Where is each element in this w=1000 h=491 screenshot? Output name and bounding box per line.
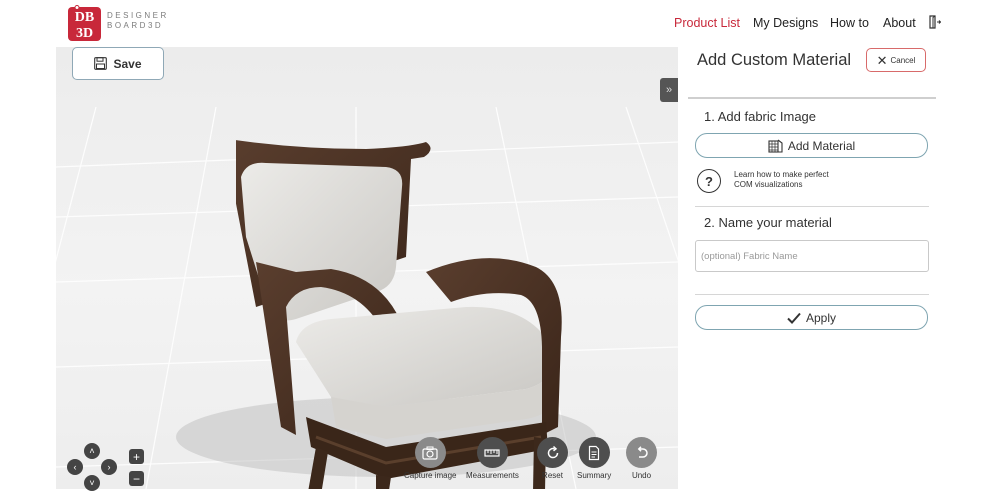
- designer-board-logo[interactable]: DB 3D: [67, 5, 103, 43]
- step-2-title: 2. Name your material: [704, 215, 832, 230]
- close-icon: ✕: [876, 52, 888, 68]
- 3d-viewport[interactable]: [56, 47, 678, 489]
- apply-button[interactable]: Apply: [695, 305, 928, 330]
- summary-label: Summary: [577, 471, 612, 480]
- cancel-button[interactable]: ✕ Cancel: [866, 48, 926, 72]
- zoom-in-icon[interactable]: +: [129, 449, 144, 464]
- brand-line-1: DESIGNER: [107, 11, 169, 20]
- section-divider-1: [695, 206, 929, 207]
- help-line-2: COM visualizations: [734, 180, 803, 189]
- reset-button[interactable]: Reset: [537, 437, 568, 480]
- app-header: DB 3D DESIGNER BOARD3D Product List My D…: [0, 0, 1000, 47]
- measurements-label: Measurements: [466, 471, 519, 480]
- reset-label: Reset: [542, 471, 563, 480]
- document-icon: [589, 445, 600, 460]
- logout-icon[interactable]: [928, 15, 941, 29]
- step-1-title: 1. Add fabric Image: [704, 109, 817, 124]
- capture-image-label: Capture image: [404, 471, 457, 480]
- save-label: Save: [113, 56, 142, 71]
- brand-wordmark: DESIGNER BOARD3D: [107, 11, 169, 31]
- collapse-panel-button[interactable]: »: [660, 78, 678, 102]
- checkmark-icon: [787, 312, 801, 324]
- camera-icon: [422, 446, 438, 460]
- help-icon[interactable]: ?: [697, 169, 721, 193]
- undo-label: Undo: [631, 471, 652, 480]
- pan-up-icon[interactable]: ˄: [84, 443, 100, 459]
- nav-how-to[interactable]: How to: [830, 16, 869, 30]
- save-button[interactable]: Save: [72, 47, 164, 80]
- armchair-3d-model[interactable]: [236, 97, 566, 489]
- double-chevron-right-icon: »: [665, 84, 673, 96]
- floppy-disk-icon: [94, 57, 108, 70]
- measurements-button[interactable]: Measurements: [466, 437, 519, 480]
- nav-my-designs[interactable]: My Designs: [753, 16, 818, 30]
- fabric-name-input[interactable]: [695, 240, 929, 272]
- fabric-swatch-icon: [768, 139, 783, 153]
- nav-product-list[interactable]: Product List: [674, 16, 740, 30]
- svg-text:3D: 3D: [76, 26, 93, 41]
- help-link[interactable]: Learn how to make perfect COM visualizat…: [734, 170, 874, 190]
- panel-title: Add Custom Material: [697, 51, 852, 69]
- undo-button[interactable]: Undo: [626, 437, 657, 480]
- cancel-label: Cancel: [890, 55, 916, 65]
- refresh-icon: [547, 445, 558, 458]
- pan-right-icon[interactable]: ›: [101, 459, 117, 475]
- undo-icon: [637, 445, 648, 458]
- panel-header-divider: [688, 97, 936, 99]
- pan-controls: ˄ ‹ › ˅: [67, 443, 117, 491]
- pan-left-icon[interactable]: ‹: [67, 459, 83, 475]
- add-material-button[interactable]: Add Material: [695, 133, 928, 158]
- brand-line-2: BOARD3D: [107, 21, 164, 30]
- summary-button[interactable]: Summary: [577, 437, 611, 480]
- capture-image-button[interactable]: Capture image: [404, 437, 456, 480]
- ruler-icon: [484, 448, 501, 457]
- section-divider-2: [695, 294, 929, 295]
- zoom-out-icon[interactable]: −: [129, 471, 144, 486]
- svg-text:DB: DB: [75, 10, 94, 25]
- nav-about[interactable]: About: [883, 16, 916, 30]
- help-line-1: Learn how to make perfect: [734, 170, 829, 179]
- apply-label: Apply: [805, 310, 837, 325]
- add-material-label: Add Material: [787, 138, 856, 153]
